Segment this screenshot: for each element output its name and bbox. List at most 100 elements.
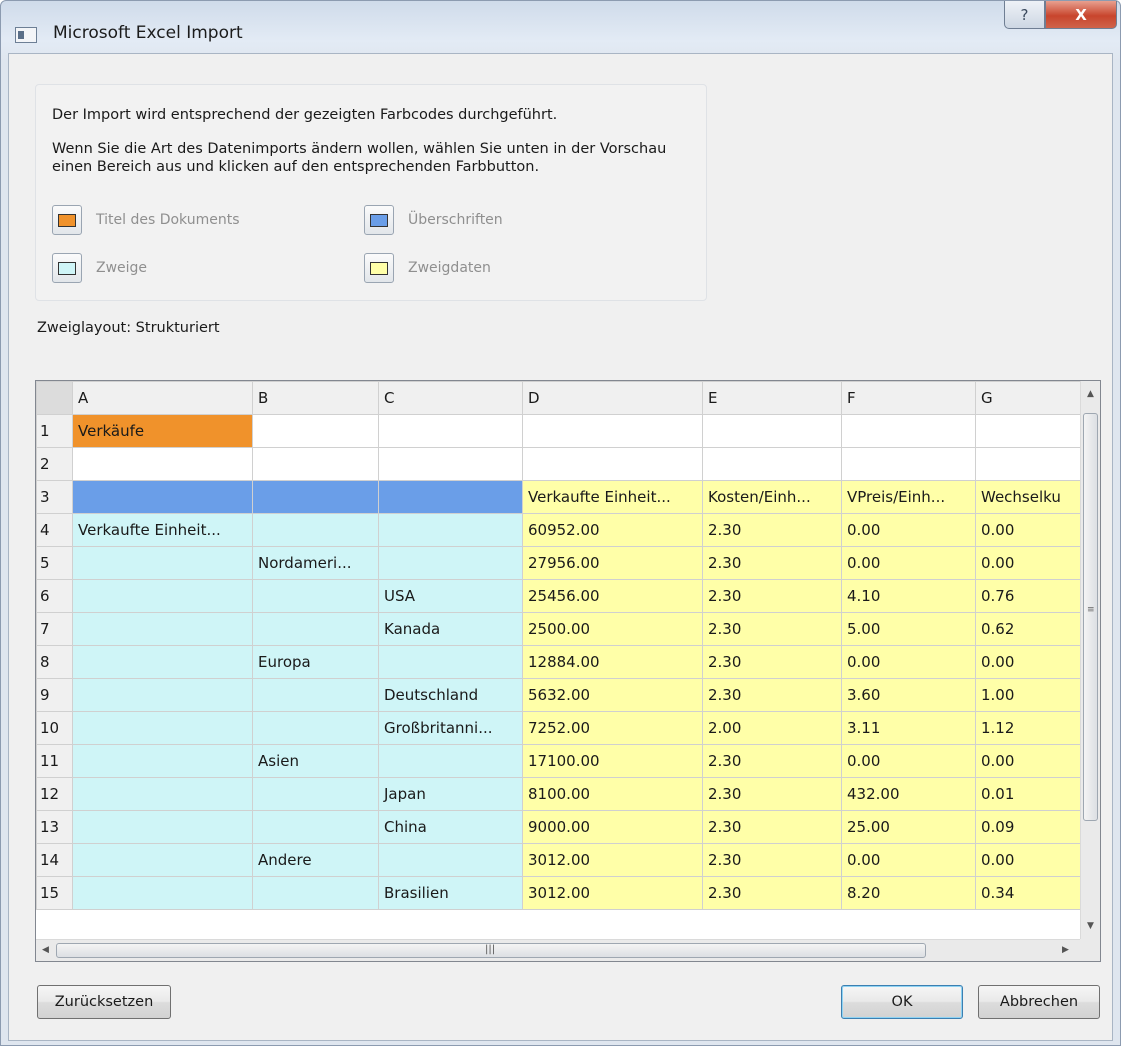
grid-cell[interactable]: 1.00	[975, 678, 1096, 712]
grid-cell[interactable]	[378, 546, 523, 580]
grid-cell[interactable]: 2.30	[702, 513, 842, 547]
row-header[interactable]: 14	[36, 843, 73, 877]
grid-cell[interactable]	[72, 546, 253, 580]
row-header[interactable]: 6	[36, 579, 73, 613]
grid-cell[interactable]: 0.00	[841, 744, 976, 778]
grid-cell[interactable]	[252, 876, 379, 910]
grid-cell[interactable]: 2.00	[702, 711, 842, 745]
grid-cell[interactable]: Andere	[252, 843, 379, 877]
grid-cell[interactable]	[522, 414, 703, 448]
grid-cell[interactable]	[72, 876, 253, 910]
grid-cell[interactable]: 2.30	[702, 612, 842, 646]
grid-cell[interactable]: 5632.00	[522, 678, 703, 712]
grid-cell[interactable]	[252, 612, 379, 646]
grid-cell[interactable]: 25456.00	[522, 579, 703, 613]
grid-cell[interactable]	[72, 447, 253, 481]
grid-cell[interactable]: 2500.00	[522, 612, 703, 646]
grid-cell[interactable]: 0.00	[841, 546, 976, 580]
grid-cell[interactable]: China	[378, 810, 523, 844]
grid-cell[interactable]	[72, 480, 253, 514]
row-header[interactable]: 4	[36, 513, 73, 547]
grid-cell[interactable]	[252, 480, 379, 514]
grid-cell[interactable]: Verkaufte Einheit...	[522, 480, 703, 514]
grid-cell[interactable]: 2.30	[702, 546, 842, 580]
grid-cell[interactable]	[252, 513, 379, 547]
grid-cell[interactable]: 0.62	[975, 612, 1096, 646]
vertical-scroll-thumb[interactable]: ≡	[1083, 413, 1098, 821]
grid-cell[interactable]: Europa	[252, 645, 379, 679]
grid-cell[interactable]: 3012.00	[522, 843, 703, 877]
column-header[interactable]: D	[522, 381, 703, 415]
grid-cell[interactable]	[72, 810, 253, 844]
grid-cell[interactable]: 7252.00	[522, 711, 703, 745]
scroll-right-icon[interactable]: ▶	[1062, 945, 1069, 955]
grid-cell[interactable]: 0.00	[975, 546, 1096, 580]
grid-cell[interactable]: 3012.00	[522, 876, 703, 910]
row-header[interactable]: 7	[36, 612, 73, 646]
grid-cell[interactable]: 0.00	[841, 843, 976, 877]
grid-cell[interactable]: 0.00	[975, 843, 1096, 877]
row-header[interactable]: 10	[36, 711, 73, 745]
title-color-button[interactable]	[52, 205, 82, 235]
grid-cell[interactable]: 17100.00	[522, 744, 703, 778]
grid-cell[interactable]: 2.30	[702, 843, 842, 877]
grid-cell[interactable]: Großbritanni...	[378, 711, 523, 745]
reset-button[interactable]: Zurücksetzen	[37, 985, 171, 1019]
grid-cell[interactable]	[378, 843, 523, 877]
row-header[interactable]: 9	[36, 678, 73, 712]
grid-cell[interactable]	[72, 579, 253, 613]
grid-cell[interactable]: 2.30	[702, 777, 842, 811]
grid-cell[interactable]	[975, 414, 1096, 448]
row-header[interactable]: 5	[36, 546, 73, 580]
grid-cell[interactable]: Verkäufe	[72, 414, 253, 448]
grid-cell[interactable]	[378, 414, 523, 448]
row-header[interactable]: 1	[36, 414, 73, 448]
close-button[interactable]: X	[1045, 1, 1117, 29]
grid-cell[interactable]: Kosten/Einh...	[702, 480, 842, 514]
grid-cell[interactable]: 0.09	[975, 810, 1096, 844]
branches-color-button[interactable]	[52, 253, 82, 283]
grid-cell[interactable]: 25.00	[841, 810, 976, 844]
row-header[interactable]: 8	[36, 645, 73, 679]
grid-cell[interactable]	[841, 414, 976, 448]
grid-cell[interactable]: 12884.00	[522, 645, 703, 679]
grid-cell[interactable]: 5.00	[841, 612, 976, 646]
grid-cell[interactable]	[72, 678, 253, 712]
row-header[interactable]: 12	[36, 777, 73, 811]
row-header[interactable]: 3	[36, 480, 73, 514]
grid-cell[interactable]: Kanada	[378, 612, 523, 646]
grid-cell[interactable]	[72, 645, 253, 679]
grid-cell[interactable]	[252, 447, 379, 481]
branch-data-color-button[interactable]	[364, 253, 394, 283]
grid-cell[interactable]	[522, 447, 703, 481]
grid-cell[interactable]: 2.30	[702, 645, 842, 679]
grid-cell[interactable]: Deutschland	[378, 678, 523, 712]
grid-cell[interactable]	[72, 711, 253, 745]
grid-cell[interactable]	[252, 414, 379, 448]
grid-cell[interactable]	[378, 480, 523, 514]
scroll-down-icon[interactable]: ▼	[1087, 921, 1094, 931]
column-header[interactable]: F	[841, 381, 976, 415]
grid-cell[interactable]: 4.10	[841, 579, 976, 613]
grid-cell[interactable]	[252, 579, 379, 613]
grid-cell[interactable]: 2.30	[702, 876, 842, 910]
grid-cell[interactable]	[252, 678, 379, 712]
grid-cell[interactable]: Nordameri...	[252, 546, 379, 580]
grid-cell[interactable]: 2.30	[702, 810, 842, 844]
grid-cell[interactable]: 432.00	[841, 777, 976, 811]
grid-cell[interactable]	[975, 447, 1096, 481]
vertical-scrollbar[interactable]: ▲ ≡ ▼	[1080, 381, 1100, 939]
grid-cell[interactable]	[378, 447, 523, 481]
row-header[interactable]: 2	[36, 447, 73, 481]
grid-cell[interactable]: 2.30	[702, 678, 842, 712]
grid-cell[interactable]: 1.12	[975, 711, 1096, 745]
grid-cell[interactable]	[252, 810, 379, 844]
scroll-up-icon[interactable]: ▲	[1087, 389, 1094, 399]
headings-color-button[interactable]	[364, 205, 394, 235]
grid-cell[interactable]: 9000.00	[522, 810, 703, 844]
grid-cell[interactable]	[841, 447, 976, 481]
grid-cell[interactable]: Asien	[252, 744, 379, 778]
corner-cell[interactable]	[36, 381, 73, 415]
grid-cell[interactable]	[378, 744, 523, 778]
grid-cell[interactable]	[72, 777, 253, 811]
